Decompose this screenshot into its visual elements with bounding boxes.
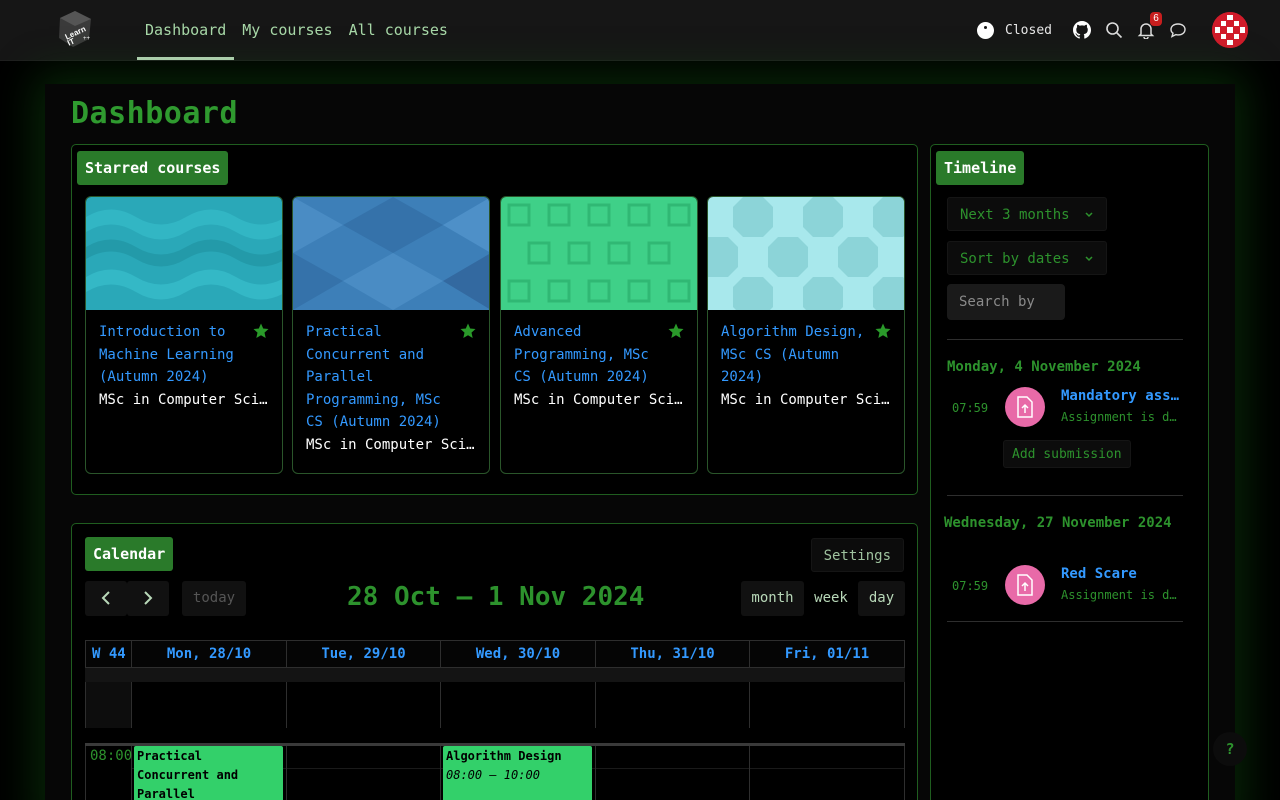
course-image bbox=[708, 197, 904, 317]
course-image bbox=[86, 197, 282, 310]
week-number: W 44 bbox=[86, 641, 132, 667]
timeline-event-time: 07:59 bbox=[952, 401, 989, 415]
course-name-link[interactable]: Introduction to Machine Learning (Autumn… bbox=[99, 321, 269, 389]
bell-icon[interactable]: 6 bbox=[1136, 12, 1162, 40]
timeline-range-select[interactable]: Next 3 months bbox=[947, 197, 1108, 231]
course-card[interactable]: Practical Concurrent and Parallel Progra… bbox=[292, 196, 490, 474]
chevron-down-icon bbox=[1085, 212, 1093, 218]
nav-dashboard[interactable]: Dashboard bbox=[137, 0, 235, 61]
day-header[interactable]: Fri, 01/11 bbox=[750, 641, 904, 667]
timeline-event-name-link[interactable]: Mandatory assignment bbox=[1061, 388, 1183, 404]
timeline-event-subtitle: Assignment is due bbox=[1061, 588, 1183, 602]
course-card[interactable]: Algorithm Design, MSc CS (Autumn 2024) M… bbox=[707, 196, 905, 474]
starred-courses-panel: Starred courses Introduction to Machine … bbox=[71, 144, 918, 495]
user-avatar[interactable] bbox=[1212, 12, 1248, 48]
event-title: Practical Concurrent and Parallel bbox=[137, 749, 239, 800]
time-slot[interactable] bbox=[287, 746, 441, 800]
learnit-logo[interactable]: Learn IT ++ bbox=[56, 10, 94, 48]
status-label: Closed bbox=[1005, 22, 1052, 38]
timeline-event-name-link[interactable]: Red Scare bbox=[1061, 566, 1183, 582]
day-header[interactable]: Wed, 30/10 bbox=[441, 641, 596, 667]
timeline-search-input[interactable] bbox=[947, 284, 1065, 320]
search-icon[interactable] bbox=[1104, 20, 1124, 40]
page-title: Dashboard bbox=[71, 96, 239, 131]
course-name-link[interactable]: Practical Concurrent and Parallel Progra… bbox=[306, 321, 476, 434]
timeline-divider bbox=[947, 339, 1183, 340]
calendar-settings-button[interactable]: Settings bbox=[810, 538, 904, 572]
calendar-prev-button[interactable] bbox=[85, 581, 127, 616]
nav-actions: Closed 6 bbox=[977, 12, 1248, 48]
calendar-view-week[interactable]: week bbox=[804, 581, 858, 616]
timeline-divider bbox=[947, 495, 1183, 496]
course-card[interactable]: Advanced Programming, MSc CS (Autumn 202… bbox=[500, 196, 698, 474]
timeline-divider bbox=[947, 621, 1183, 622]
starred-courses-heading: Starred courses bbox=[77, 151, 229, 185]
timeline-heading: Timeline bbox=[936, 151, 1025, 185]
calendar-event[interactable]: Algorithm Design 08:00 – 10:00 bbox=[443, 746, 592, 800]
chat-bubble-icon[interactable] bbox=[1168, 20, 1188, 40]
help-button[interactable]: ? bbox=[1213, 732, 1247, 766]
event-title: Algorithm Design bbox=[446, 749, 562, 763]
chevron-left-icon bbox=[101, 591, 110, 605]
course-card[interactable]: Introduction to Machine Learning (Autumn… bbox=[85, 196, 283, 474]
timeline-sort-select[interactable]: Sort by dates bbox=[947, 241, 1108, 275]
all-day-strip bbox=[85, 668, 905, 682]
status-dot-icon bbox=[977, 21, 995, 39]
course-card-body: Advanced Programming, MSc CS (Autumn 202… bbox=[514, 321, 684, 411]
calendar-range-title: 28 Oct – 1 Nov 2024 bbox=[347, 582, 645, 612]
course-category: MSc in Computer Science bbox=[99, 391, 269, 408]
sort-select-value: Sort by dates bbox=[960, 251, 1070, 267]
timeline-panel: Timeline Next 3 months Sort by dates Mon… bbox=[930, 144, 1209, 800]
course-category: MSc in Computer Science bbox=[721, 391, 891, 408]
github-icon[interactable] bbox=[1072, 20, 1092, 40]
calendar-heading: Calendar bbox=[85, 537, 174, 571]
timeline-event-subtitle: Assignment is due bbox=[1061, 410, 1183, 424]
chevron-down-icon bbox=[1085, 256, 1093, 262]
timeline-event-time: 07:59 bbox=[952, 579, 989, 593]
course-category: MSc in Computer Science bbox=[514, 391, 684, 408]
timeline-date-heading: Wednesday, 27 November 2024 bbox=[944, 515, 1172, 531]
course-image bbox=[501, 197, 697, 310]
time-slot-label: 08:00 bbox=[90, 748, 133, 764]
day-header[interactable]: Thu, 31/10 bbox=[596, 641, 750, 667]
calendar-event[interactable]: Practical Concurrent and Parallel bbox=[134, 746, 283, 800]
time-gutter: 08:00 bbox=[86, 746, 132, 800]
calendar-next-button[interactable] bbox=[127, 581, 169, 616]
chevron-right-icon bbox=[144, 591, 153, 605]
top-navbar: Learn IT ++ Dashboard My courses All cou… bbox=[0, 0, 1280, 61]
add-submission-button[interactable]: Add submission bbox=[1003, 440, 1131, 468]
nav-all-courses[interactable]: All courses bbox=[341, 0, 456, 61]
course-card-body: Practical Concurrent and Parallel Progra… bbox=[306, 321, 476, 456]
assignment-upload-icon bbox=[1005, 387, 1045, 427]
time-slot[interactable] bbox=[750, 746, 904, 800]
svg-text:++: ++ bbox=[83, 36, 91, 42]
course-card-body: Algorithm Design, MSc CS (Autumn 2024) M… bbox=[721, 321, 891, 411]
day-header[interactable]: Tue, 29/10 bbox=[287, 641, 441, 667]
course-category: MSc in Computer Science bbox=[306, 436, 476, 453]
timeline-date-heading: Monday, 4 November 2024 bbox=[947, 359, 1141, 375]
calendar-view-month[interactable]: month bbox=[741, 581, 804, 616]
time-slot[interactable] bbox=[596, 746, 750, 800]
day-header[interactable]: Mon, 28/10 bbox=[132, 641, 287, 667]
course-name-link[interactable]: Advanced Programming, MSc CS (Autumn 202… bbox=[514, 321, 684, 389]
course-name-link[interactable]: Algorithm Design, MSc CS (Autumn 2024) bbox=[721, 321, 891, 389]
course-image bbox=[293, 197, 489, 310]
assignment-upload-icon bbox=[1005, 565, 1045, 605]
event-time: 08:00 – 10:00 bbox=[446, 768, 540, 782]
range-select-value: Next 3 months bbox=[960, 207, 1070, 223]
calendar-day-header: W 44 Mon, 28/10 Tue, 29/10 Wed, 30/10 Th… bbox=[85, 640, 905, 668]
calendar-view-day[interactable]: day bbox=[858, 581, 905, 616]
nav-my-courses[interactable]: My courses bbox=[234, 0, 340, 61]
notification-count-badge: 6 bbox=[1150, 12, 1162, 26]
calendar-today-button[interactable]: today bbox=[182, 581, 246, 616]
calendar-panel: Calendar Settings today 28 Oct – 1 Nov 2… bbox=[71, 523, 918, 800]
course-card-body: Introduction to Machine Learning (Autumn… bbox=[99, 321, 269, 411]
primary-nav: Dashboard My courses All courses bbox=[137, 0, 456, 61]
